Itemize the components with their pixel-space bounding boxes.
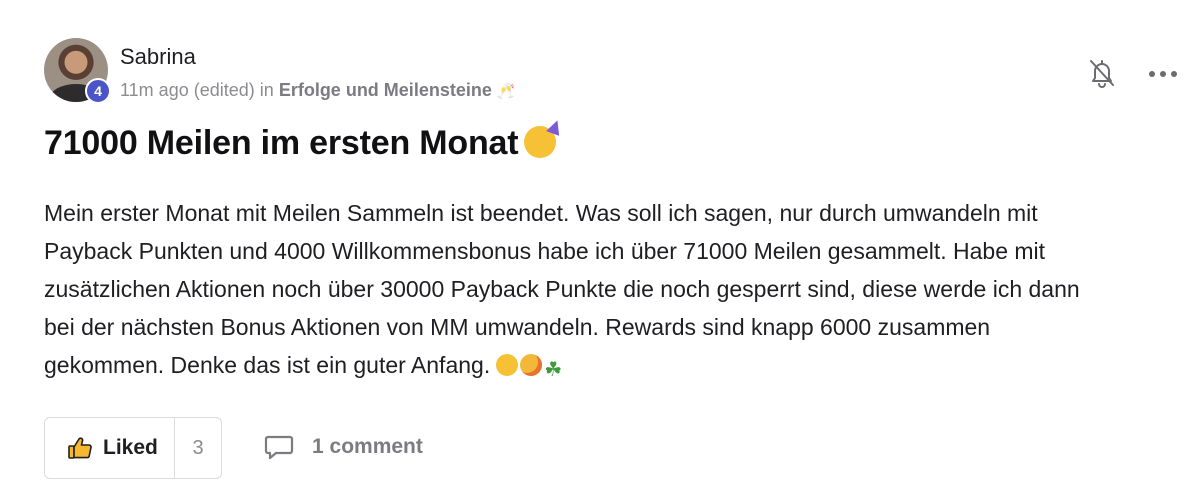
four-leaf-clover-emoji-icon: ☘	[544, 359, 563, 381]
body-line: zusätzlichen Aktionen noch über 30000 Pa…	[44, 276, 1080, 302]
thumbs-up-icon	[68, 437, 92, 459]
space-link[interactable]: Erfolge und Meilensteine	[279, 80, 492, 100]
body-line: Payback Punkten und 4000 Willkommensbonu…	[44, 238, 1046, 264]
body-line-last: gekommen. Denke das ist ein guter Anfang…	[44, 346, 1184, 384]
in-label: in	[259, 80, 274, 100]
like-count[interactable]: 3	[175, 437, 221, 460]
post-title-text: 71000 Meilen im ersten Monat	[44, 124, 519, 162]
author-name[interactable]: Sabrina	[120, 44, 196, 70]
partying-face-emoji-icon	[524, 126, 557, 158]
post-time[interactable]: 11m ago	[120, 80, 189, 100]
comment-button[interactable]: 1 comment	[264, 434, 423, 460]
partying-face-emoji-icon	[520, 354, 543, 376]
author-avatar-wrap[interactable]: 4	[44, 38, 111, 104]
like-control: Liked 3	[44, 417, 222, 479]
post-meta: 11m ago (edited) in Erfolge und Meilenst…	[120, 80, 516, 101]
space-emoji: 🥂	[496, 83, 516, 100]
post-title[interactable]: 71000 Meilen im ersten Monat	[44, 124, 557, 163]
post-body: Mein erster Monat mit Meilen Sammeln ist…	[44, 194, 1184, 384]
bell-off-icon[interactable]	[1088, 58, 1116, 88]
comment-label: 1 comment	[312, 435, 423, 458]
edited-label: (edited)	[193, 80, 255, 100]
like-label: Liked	[103, 436, 158, 459]
like-button[interactable]: Liked	[45, 418, 175, 478]
more-horizontal-icon[interactable]	[1148, 70, 1178, 78]
body-line-text: gekommen. Denke das ist ein guter Anfang…	[44, 352, 491, 378]
comment-icon	[264, 435, 294, 460]
level-badge: 4	[85, 78, 111, 104]
smiling-face-emoji-icon	[496, 354, 519, 376]
body-line: bei der nächsten Bonus Aktionen von MM u…	[44, 314, 991, 340]
body-line: Mein erster Monat mit Meilen Sammeln ist…	[44, 200, 1038, 226]
